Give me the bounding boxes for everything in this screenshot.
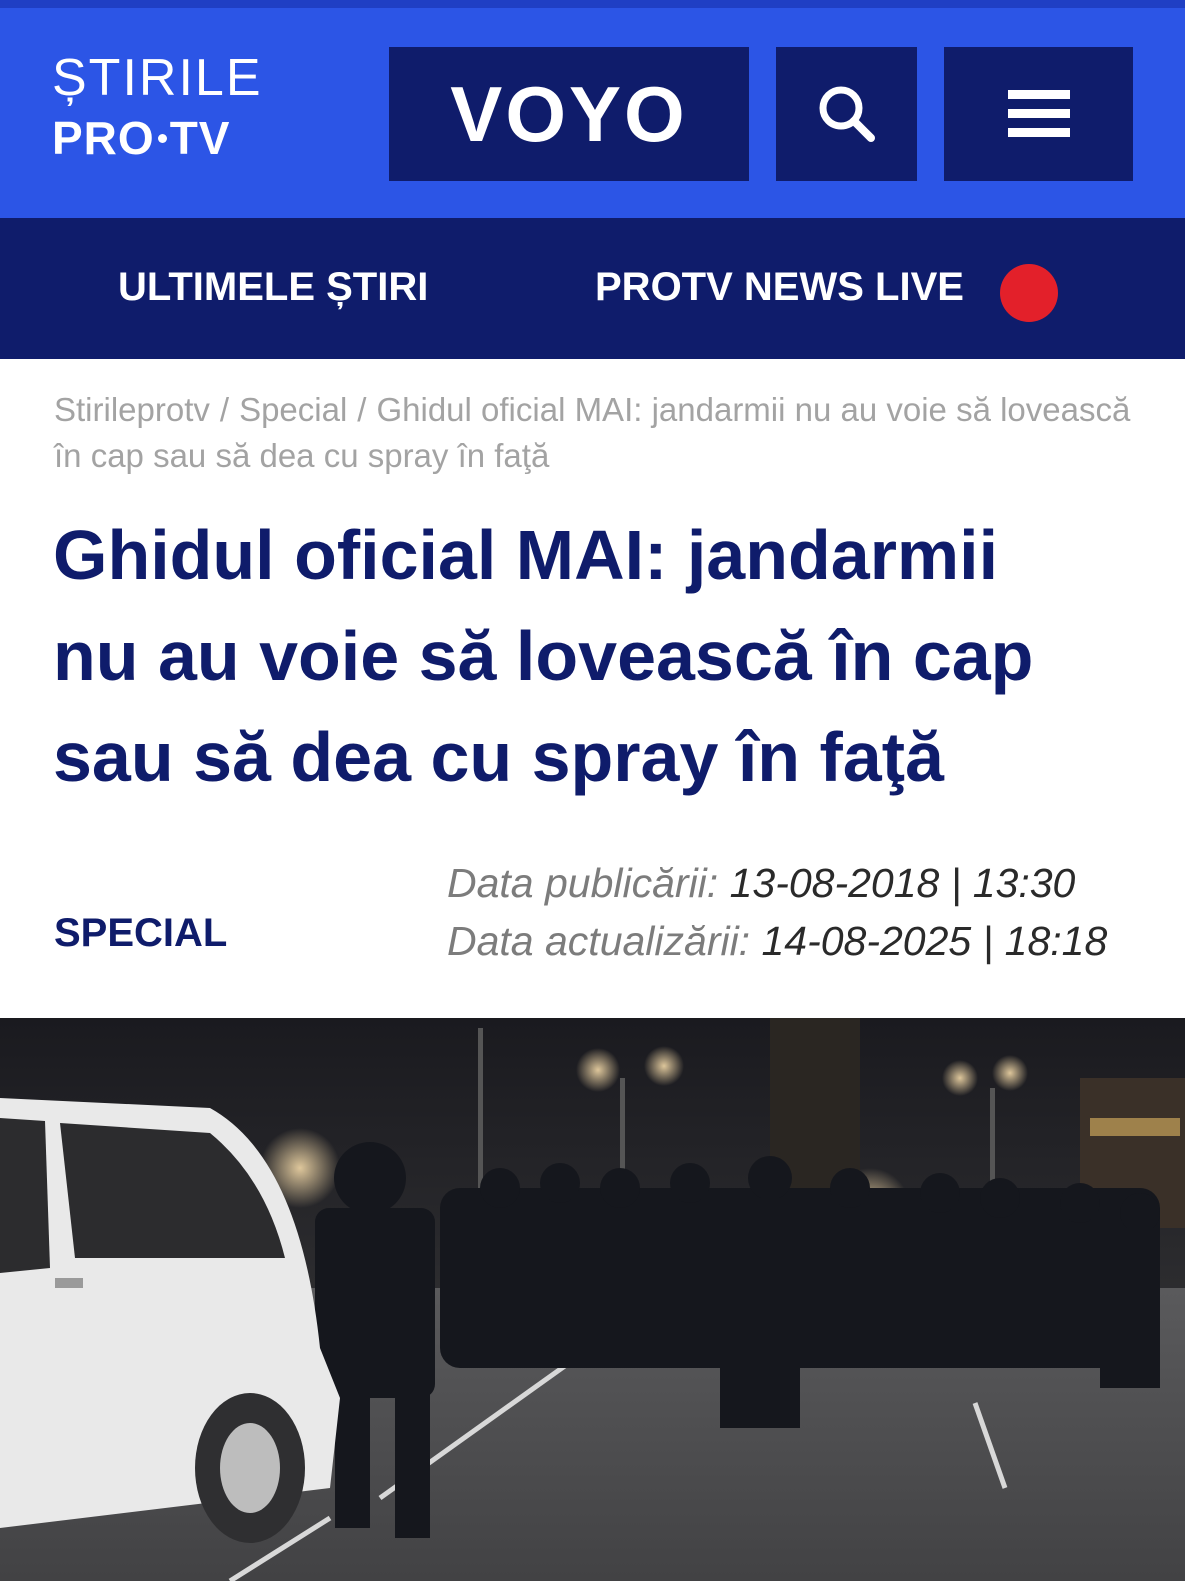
- hero-photo: [0, 1018, 1185, 1581]
- site-header: ȘTIRILE PRO TV VOYO: [0, 0, 1185, 218]
- header-top-edge: [0, 0, 1185, 8]
- published-value: 13-08-2018 | 13:30: [729, 860, 1076, 906]
- nav-latest-news[interactable]: ULTIMELE ȘTIRI: [118, 265, 428, 310]
- breadcrumb-separator: /: [357, 391, 367, 428]
- updated-label: Data actualizării:: [447, 918, 751, 964]
- main-nav: ULTIMELE ȘTIRI PROTV NEWS LIVE: [0, 218, 1185, 359]
- hamburger-menu-icon: [1007, 90, 1070, 137]
- live-indicator-icon[interactable]: [1000, 264, 1058, 322]
- breadcrumb-home[interactable]: Stirileprotv: [54, 391, 210, 428]
- article-hero-image[interactable]: [0, 1018, 1185, 1581]
- title-line: Ghidul oficial MAI: jandarmii: [53, 516, 999, 594]
- breadcrumb-separator: /: [219, 391, 230, 428]
- breadcrumb-section[interactable]: Special: [239, 391, 347, 428]
- search-icon: [819, 86, 875, 142]
- search-button[interactable]: [776, 47, 917, 181]
- nav-live-news[interactable]: PROTV NEWS LIVE: [595, 265, 964, 310]
- published-date: Data publicării: 13-08-2018 | 13:30: [447, 854, 1167, 912]
- logo-line-1: ȘTIRILE: [52, 49, 263, 107]
- voyo-button[interactable]: VOYO: [389, 47, 749, 181]
- site-logo[interactable]: ȘTIRILE PRO TV: [52, 50, 282, 170]
- menu-button[interactable]: [944, 47, 1133, 181]
- title-line: sau să dea cu spray în faţă: [53, 718, 944, 796]
- logo-line-2: PRO TV: [52, 112, 282, 164]
- logo-tv: TV: [169, 112, 231, 164]
- article-category[interactable]: SPECIAL: [54, 911, 227, 956]
- article-dates: Data publicării: 13-08-2018 | 13:30 Data…: [447, 854, 1167, 970]
- updated-value: 14-08-2025 | 18:18: [761, 918, 1108, 964]
- title-line: nu au voie să lovească în cap: [53, 617, 1034, 695]
- breadcrumb: Stirileprotv / Special / Ghidul oficial MAI:…: [54, 387, 1134, 479]
- logo-pro: PRO: [52, 112, 155, 164]
- article-title: Ghidul oficial MAI: jandarmii nu au voie…: [53, 505, 1153, 808]
- logo-dot: [157, 134, 167, 144]
- published-label: Data publicării:: [447, 860, 719, 906]
- breadcrumb-current: Ghidul oficial MAI: jandarmii nu au voie…: [54, 391, 1131, 474]
- updated-date: Data actualizării: 14-08-2025 | 18:18: [447, 912, 1167, 970]
- voyo-label: VOYO: [450, 69, 688, 158]
